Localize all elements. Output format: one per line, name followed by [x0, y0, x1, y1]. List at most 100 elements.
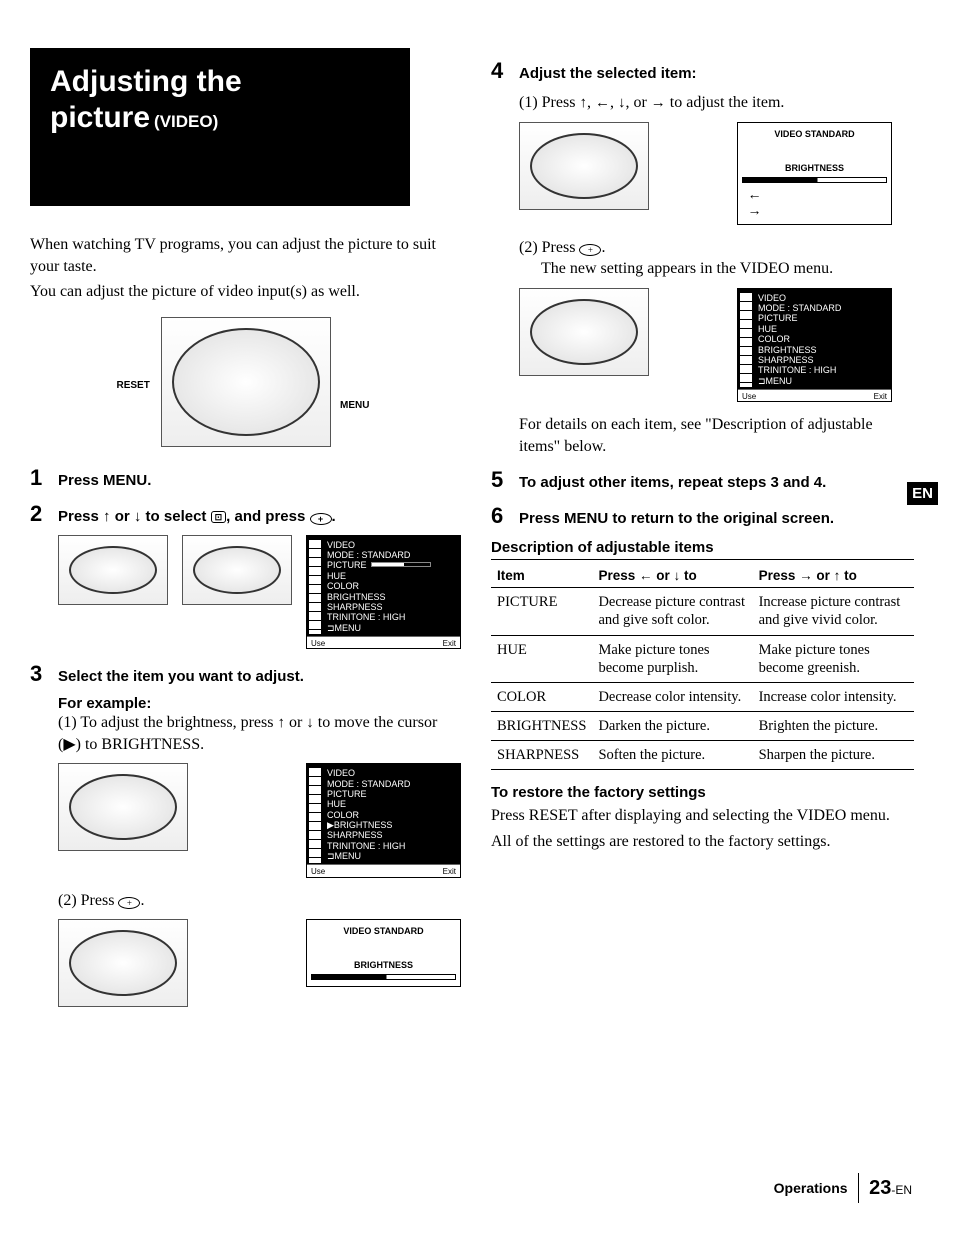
osd-video-std-2: VIDEO STANDARD	[742, 129, 887, 139]
step-1: 1 Press MENU.	[30, 465, 461, 491]
osd-video-std-1: VIDEO STANDARD	[311, 926, 456, 936]
up-arrow-icon-2: ↑	[277, 715, 285, 731]
osd-brightness-adjust-1: VIDEO STANDARD BRIGHTNESS	[306, 919, 461, 987]
osd-bright-lbl-1: BRIGHTNESS	[311, 960, 456, 970]
osd-bright-lbl-2: BRIGHTNESS	[742, 163, 887, 173]
osd-exit: Exit	[443, 639, 456, 648]
s4-2a: (2) Press	[519, 239, 579, 256]
osd-video-menu-1: VIDEO MODE : STANDARD PICTURE HUE COLOR …	[306, 535, 461, 649]
language-badge: EN	[907, 482, 938, 505]
intro-p2: You can adjust the picture of video inpu…	[30, 281, 461, 303]
joystick-illus-6	[519, 288, 649, 376]
cell-left: Decrease picture contrast and give soft …	[592, 588, 752, 635]
osd-sharpness: SHARPNESS	[327, 602, 456, 612]
osd-video-menu-2: VIDEO MODE : STANDARD PICTURE HUE COLOR …	[306, 763, 461, 877]
osd3-video: VIDEO	[758, 293, 887, 303]
step-2-number: 2	[30, 501, 50, 527]
osd-brightness: BRIGHTNESS	[327, 592, 456, 602]
enter-button-icon-3: +	[579, 244, 601, 256]
step-3-text: Select the item you want to adjust.	[58, 668, 461, 685]
cell-left: Make picture tones become purplish.	[592, 635, 752, 682]
step-4-sub1: (1) Press ↑, ←, ↓, or → to adjust the it…	[519, 92, 914, 114]
osd3-exit: Exit	[874, 392, 887, 401]
osd-menu: ⊐MENU	[327, 623, 456, 633]
osd2-mode: MODE : STANDARD	[327, 779, 456, 789]
adjustable-items-table: Item Press ← or ↓ to Press → or ↑ to PIC…	[491, 564, 914, 770]
video-menu-icon: ⊡	[211, 511, 227, 523]
s4-1c: ,	[610, 94, 618, 111]
step-4-number: 4	[491, 58, 511, 84]
footer-section: Operations	[774, 1180, 848, 1196]
osd2-color: COLOR	[327, 810, 456, 820]
osd3-mode: MODE : STANDARD	[758, 303, 887, 313]
remote-menu-label: MENU	[340, 400, 369, 411]
page-footer: Operations 23-EN	[774, 1173, 912, 1203]
step-4-text: Adjust the selected item:	[519, 65, 914, 82]
s4-1a: (1) Press	[519, 94, 579, 111]
enter-button-icon-2: +	[118, 897, 140, 909]
brightness-bar-1	[311, 974, 456, 980]
step-5: 5 To adjust other items, repeat steps 3 …	[491, 467, 914, 493]
step-4-sub2-desc: The new setting appears in the VIDEO men…	[541, 258, 914, 280]
cell-right: Sharpen the picture.	[753, 741, 914, 770]
joystick-illus-1	[58, 535, 168, 605]
osd2-trinitone: TRINITONE : HIGH	[327, 841, 456, 851]
step-3: 3 Select the item you want to adjust.	[30, 661, 461, 687]
osd-use: Use	[311, 639, 325, 648]
page-title-block: Adjusting the picture (VIDEO)	[30, 48, 410, 206]
s2-c: to select	[141, 508, 210, 525]
cell-right: Make picture tones become greenish.	[753, 635, 914, 682]
table-row: COLORDecrease color intensity.Increase c…	[491, 682, 914, 711]
page-title-line2: picture	[50, 101, 150, 134]
table-header-right: Press → or ↑ to	[753, 564, 914, 588]
osd-video: VIDEO	[327, 540, 456, 550]
step-1-number: 1	[30, 465, 50, 491]
osd-hue: HUE	[327, 571, 456, 581]
table-row: PICTUREDecrease picture contrast and giv…	[491, 588, 914, 635]
description-heading: Description of adjustable items	[491, 539, 914, 560]
s3-1a: (1) To adjust the brightness, press	[58, 714, 277, 731]
right-arrow-icon: →	[651, 95, 666, 111]
enter-button-icon: +	[310, 513, 332, 525]
osd3-brightness: BRIGHTNESS	[758, 345, 887, 355]
s2-e: .	[332, 508, 336, 525]
restore-p1: Press RESET after displaying and selecti…	[491, 805, 914, 827]
osd2-brightness: ▶BRIGHTNESS	[327, 820, 456, 830]
osd3-menu: ⊐MENU	[758, 376, 887, 386]
joystick-illus-5	[519, 122, 649, 210]
osd-mode: MODE : STANDARD	[327, 550, 456, 560]
remote-reset-label: RESET	[117, 380, 150, 391]
osd-color: COLOR	[327, 581, 456, 591]
table-row: SHARPNESSSoften the picture.Sharpen the …	[491, 741, 914, 770]
cell-left: Darken the picture.	[592, 711, 752, 740]
restore-heading: To restore the factory settings	[491, 784, 914, 801]
osd3-hue: HUE	[758, 324, 887, 334]
cell-left: Decrease color intensity.	[592, 682, 752, 711]
step-2-text: Press ↑ or ↓ to select ⊡, and press +.	[58, 508, 461, 525]
step-5-number: 5	[491, 467, 511, 493]
restore-p2: All of the settings are restored to the …	[491, 831, 914, 853]
osd-brightness-adjust-2: VIDEO STANDARD BRIGHTNESS ← →	[737, 122, 892, 225]
osd-trinitone: TRINITONE : HIGH	[327, 612, 456, 622]
remote-control-illustration: RESET MENU	[161, 317, 331, 447]
example-heading: For example:	[58, 695, 461, 712]
table-row: BRIGHTNESSDarken the picture.Brighten th…	[491, 711, 914, 740]
page-title-line1: Adjusting the	[50, 64, 390, 100]
step-2: 2 Press ↑ or ↓ to select ⊡, and press +.	[30, 501, 461, 527]
down-arrow-icon-2: ↓	[306, 715, 314, 731]
step-5-text: To adjust other items, repeat steps 3 an…	[519, 474, 914, 491]
table-row: HUEMake picture tones become purplish.Ma…	[491, 635, 914, 682]
brightness-arrows: ← →	[742, 186, 887, 218]
s4-1b: ,	[587, 94, 595, 111]
osd2-picture: PICTURE	[327, 789, 456, 799]
s2-b: or	[111, 508, 134, 525]
cell-item: COLOR	[491, 682, 592, 711]
step-6: 6 Press MENU to return to the original s…	[491, 503, 914, 529]
footer-page-number: 23	[869, 1177, 891, 1199]
step-4-sub2: (2) Press +.	[519, 237, 914, 259]
s3-2a: (2) Press	[58, 892, 118, 909]
step-6-text: Press MENU to return to the original scr…	[519, 510, 914, 527]
osd2-menu: ⊐MENU	[327, 851, 456, 861]
brightness-bar-2	[742, 177, 887, 183]
osd2-video: VIDEO	[327, 768, 456, 778]
